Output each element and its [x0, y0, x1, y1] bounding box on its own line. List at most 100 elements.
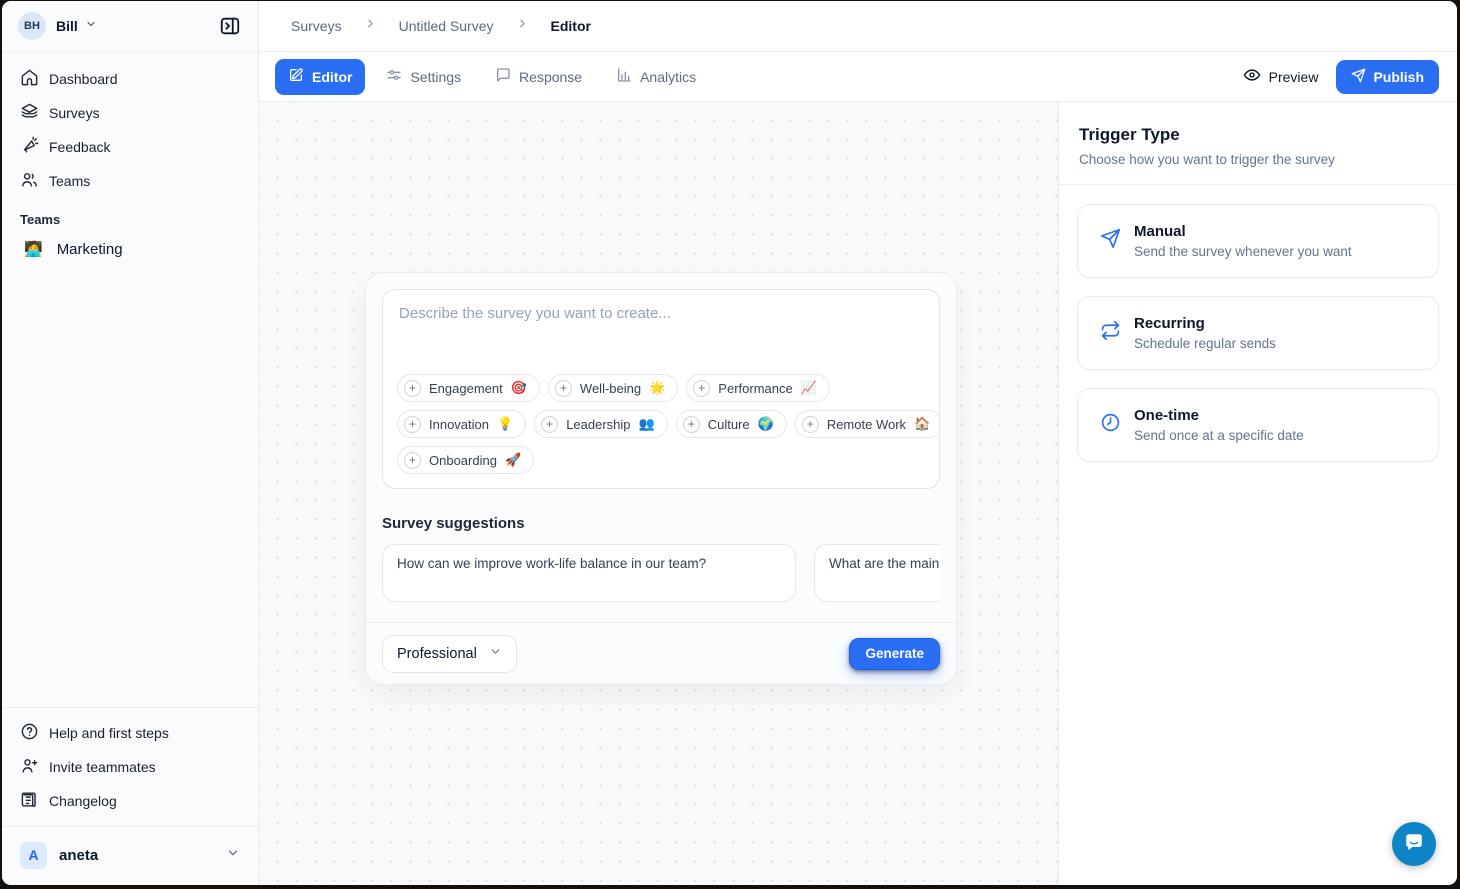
trigger-options: Manual Send the survey whenever you want…: [1059, 185, 1457, 481]
tab-label: Analytics: [640, 69, 696, 85]
send-icon: [1351, 68, 1366, 86]
editor-tabs: Editor Settings Response Analytics: [275, 59, 709, 95]
dart-emoji: 🎯: [511, 380, 527, 396]
panel-right-icon: [219, 15, 241, 37]
preview-button[interactable]: Preview: [1243, 66, 1319, 87]
trigger-description: Send the survey whenever you want: [1134, 244, 1352, 259]
tone-select[interactable]: Professional: [382, 635, 517, 673]
plus-icon: +: [404, 380, 421, 397]
chip-innovation[interactable]: +Innovation💡: [397, 410, 526, 438]
chip-culture[interactable]: +Culture🌍: [676, 410, 787, 438]
chip-remote-work[interactable]: +Remote Work🏠: [795, 410, 940, 438]
sidebar-item-invite[interactable]: Invite teammates: [14, 750, 246, 784]
help-circle-icon: [20, 722, 39, 744]
breadcrumb-editor: Editor: [551, 18, 591, 34]
suggestion-card[interactable]: What are the main ob: [814, 544, 940, 602]
home-icon: [20, 68, 39, 90]
sidebar-item-surveys[interactable]: Surveys: [14, 96, 246, 130]
tab-editor[interactable]: Editor: [275, 59, 365, 95]
trigger-title: Recurring: [1134, 315, 1276, 332]
publish-button[interactable]: Publish: [1336, 60, 1439, 94]
sidebar-item-label: Teams: [49, 173, 90, 189]
panel-subtitle: Choose how you want to trigger the surve…: [1079, 152, 1437, 167]
chevron-down-icon: [489, 645, 502, 662]
sidebar-item-feedback[interactable]: Feedback: [14, 130, 246, 164]
preview-label: Preview: [1269, 69, 1319, 85]
composer-footer: Professional Generate: [366, 622, 956, 684]
chip-leadership[interactable]: +Leadership👥: [534, 410, 668, 438]
account-name: aneta: [59, 847, 98, 864]
rocket-emoji: 🚀: [505, 452, 521, 468]
plus-icon: +: [683, 416, 700, 433]
tab-analytics[interactable]: Analytics: [603, 59, 709, 95]
sidebar-spacer: [2, 267, 258, 707]
chat-widget-button[interactable]: [1392, 822, 1436, 866]
user-plus-icon: [20, 756, 39, 778]
chat-bubble-icon: [1403, 831, 1425, 858]
trigger-description: Schedule regular sends: [1134, 336, 1276, 351]
sidebar-team-marketing[interactable]: 🧑‍💻 Marketing: [14, 231, 246, 267]
sidebar-item-dashboard[interactable]: Dashboard: [14, 62, 246, 96]
team-label: Marketing: [57, 241, 123, 258]
survey-description-input[interactable]: [383, 290, 939, 374]
star-emoji: 🌟: [649, 380, 665, 396]
sliders-icon: [386, 67, 402, 86]
plus-icon: +: [693, 380, 710, 397]
chip-label: Performance: [718, 381, 792, 396]
sidebar-item-help[interactable]: Help and first steps: [14, 716, 246, 750]
tab-response[interactable]: Response: [482, 59, 595, 95]
sidebar-item-teams[interactable]: Teams: [14, 164, 246, 198]
repeat-icon: [1100, 320, 1121, 346]
chip-onboarding[interactable]: + Onboarding 🚀: [397, 446, 534, 474]
plus-icon: +: [555, 380, 572, 397]
editor-canvas[interactable]: +Engagement🎯 +Well-being🌟 +Performance📈 …: [259, 102, 1058, 885]
toolbar-actions: Preview Publish: [1243, 60, 1439, 94]
chip-label: Innovation: [429, 417, 489, 432]
chevron-down-icon: [226, 846, 240, 865]
tab-settings[interactable]: Settings: [373, 59, 474, 95]
trigger-option-manual[interactable]: Manual Send the survey whenever you want: [1077, 204, 1439, 278]
clock-icon: [1100, 412, 1121, 438]
suggestion-card[interactable]: How can we improve work-life balance in …: [382, 544, 796, 602]
chip-performance[interactable]: +Performance📈: [686, 374, 830, 402]
breadcrumb: Surveys Untitled Survey Editor: [291, 17, 591, 35]
chip-engagement[interactable]: +Engagement🎯: [397, 374, 540, 402]
breadcrumb-untitled-survey[interactable]: Untitled Survey: [399, 18, 494, 34]
house-emoji: 🏠: [914, 416, 930, 432]
globe-emoji: 🌍: [758, 416, 774, 432]
tone-value: Professional: [397, 646, 477, 662]
panel-title: Trigger Type: [1079, 125, 1437, 145]
topic-chips: +Engagement🎯 +Well-being🌟 +Performance📈 …: [383, 374, 939, 488]
sidebar-header: BH Bill: [2, 1, 258, 52]
trigger-description: Send once at a specific date: [1134, 428, 1304, 443]
breadcrumb-surveys[interactable]: Surveys: [291, 18, 342, 34]
eye-icon: [1243, 66, 1261, 87]
workspace-avatar: BH: [18, 12, 46, 40]
megaphone-icon: [20, 136, 39, 158]
plus-icon: +: [404, 452, 421, 469]
technologist-emoji: 🧑‍💻: [24, 240, 43, 258]
trigger-option-recurring[interactable]: Recurring Schedule regular sends: [1077, 296, 1439, 370]
tab-label: Settings: [410, 69, 461, 85]
chip-well-being[interactable]: +Well-being🌟: [548, 374, 678, 402]
people-emoji: 👥: [639, 416, 655, 432]
generate-button[interactable]: Generate: [849, 638, 940, 670]
suggestions-title: Survey suggestions: [382, 515, 940, 532]
survey-composer-card: +Engagement🎯 +Well-being🌟 +Performance📈 …: [365, 272, 957, 685]
top-bar: Surveys Untitled Survey Editor: [259, 1, 1457, 52]
app-window: BH Bill Dashboard Surveys Fee: [2, 1, 1457, 885]
chip-label: Onboarding: [429, 453, 497, 468]
suggestions-row: How can we improve work-life balance in …: [382, 544, 940, 602]
message-square-icon: [495, 67, 511, 86]
account-menu[interactable]: A aneta: [14, 835, 246, 875]
chevron-right-icon: [364, 17, 377, 35]
users-icon: [20, 170, 39, 192]
workspace-switcher[interactable]: Bill: [56, 17, 97, 35]
newspaper-icon: [20, 790, 39, 812]
sidebar-item-changelog[interactable]: Changelog: [14, 784, 246, 818]
pencil-square-icon: [288, 67, 304, 86]
sidebar-collapse-button[interactable]: [216, 12, 244, 40]
send-icon: [1100, 228, 1121, 254]
trigger-option-one-time[interactable]: One-time Send once at a specific date: [1077, 388, 1439, 462]
layers-icon: [20, 102, 39, 124]
